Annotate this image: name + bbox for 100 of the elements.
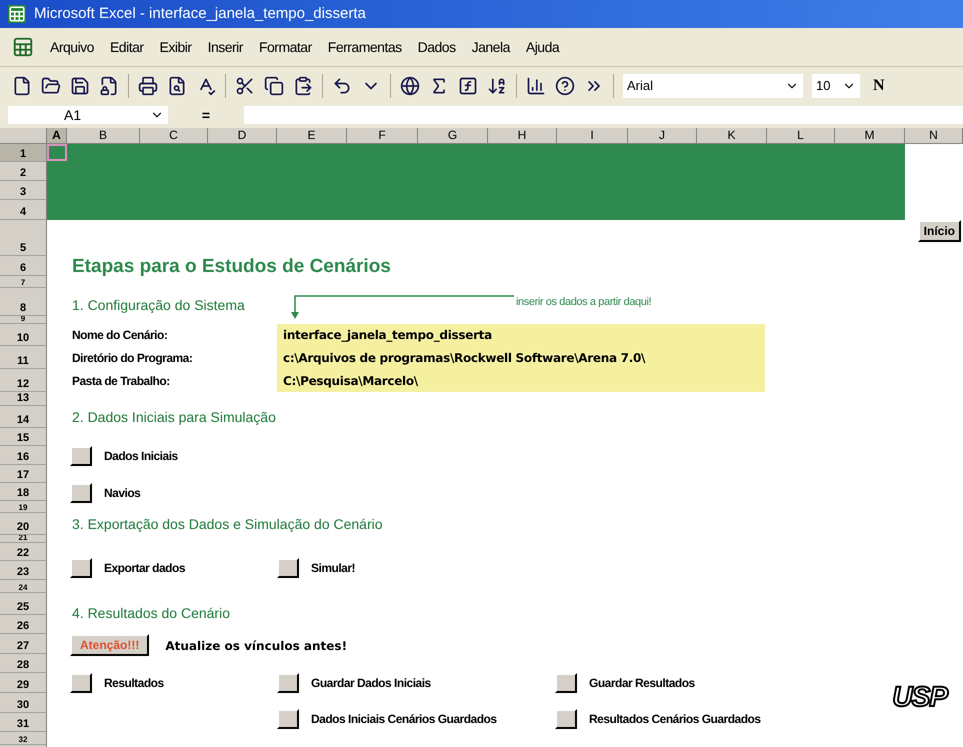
macro-button[interactable] [70,483,92,503]
macro-button[interactable] [70,673,92,693]
row-header[interactable]: 5 [0,220,46,256]
column-header[interactable]: M [835,128,905,143]
row-header[interactable]: 3 [0,181,46,200]
active-cell [47,144,67,161]
row-header[interactable]: 1 [0,144,46,162]
column-header[interactable]: N [905,128,963,143]
row-header[interactable]: 8 [0,288,46,316]
menu-item[interactable]: Janela [472,36,510,58]
row-header[interactable]: 16 [0,446,46,465]
menu-item[interactable]: Ferramentas [328,36,402,58]
row-header[interactable]: 17 [0,465,46,483]
row-header[interactable]: 6 [0,256,46,276]
section-heading: 4. Resultados do Cenário [72,604,230,623]
column-header[interactable]: A [47,128,67,143]
row-header[interactable]: 28 [0,654,46,673]
macro-button[interactable] [277,673,299,693]
section-heading: 3. Exportação dos Dados e Simulação do Cenário [72,516,383,532]
column-header[interactable]: C [140,128,208,143]
column-header[interactable]: G [418,128,488,143]
row-header[interactable]: 11 [0,346,46,369]
menu-item[interactable]: Exibir [160,36,192,58]
formula-field[interactable] [244,106,963,124]
column-header[interactable]: J [628,128,697,143]
row-header[interactable]: 24 [0,580,46,593]
help-icon[interactable] [555,76,575,96]
row-header[interactable]: 4 [0,200,46,220]
row-header[interactable]: 25 [0,593,46,615]
column-header[interactable]: L [767,128,835,143]
field-value[interactable]: C:\Pesquisa\Marcelo\ [283,372,765,390]
row-header[interactable]: 30 [0,693,46,713]
row-header[interactable]: 14 [0,406,46,428]
new-file-icon[interactable] [12,76,32,96]
sort-icon[interactable] [487,76,507,96]
row-header[interactable]: 15 [0,428,46,446]
start-button[interactable]: Início [918,220,961,242]
copy-icon[interactable] [264,76,284,96]
column-header[interactable]: D [208,128,277,143]
menu-item[interactable]: Formatar [258,36,312,58]
macro-button[interactable] [277,709,299,729]
row-header[interactable]: 27 [0,634,46,654]
macro-button[interactable] [555,709,577,729]
button-label: Simular! [311,560,356,577]
macro-button[interactable] [277,558,299,578]
column-header[interactable]: H [488,128,557,143]
column-header[interactable]: E [277,128,347,143]
row-header[interactable]: 19 [0,501,46,513]
row-header[interactable]: 12 [0,369,46,392]
row-header[interactable]: 18 [0,483,46,501]
row-header[interactable]: 29 [0,673,46,693]
function-icon[interactable] [458,76,478,96]
row-header[interactable]: 23 [0,561,46,580]
row-header[interactable]: 13 [0,392,46,406]
print-icon[interactable] [138,76,158,96]
save-icon[interactable] [70,76,90,96]
column-header[interactable]: K [697,128,767,143]
menu-item[interactable]: Editar [110,36,144,58]
field-label: Nome do Cenário: [72,327,168,344]
button-label: Guardar Dados Iniciais [311,675,431,692]
workbook-icon [12,36,34,58]
macro-button[interactable] [70,446,92,466]
name-box[interactable]: A1 [8,106,168,124]
button-label: Resultados [104,675,164,692]
field-label: Pasta de Trabalho: [72,372,171,390]
row-header[interactable]: 32 [0,732,46,745]
row-header[interactable]: 2 [0,162,46,181]
section-heading: 2. Dados Iniciais para Simulação [72,409,276,425]
page-title: Etapas para o Estudos de Cenários [72,256,391,277]
field-value[interactable]: interface_janela_tempo_disserta [283,326,765,344]
row-header[interactable]: 20 [0,513,46,535]
undo-icon[interactable] [332,76,352,96]
column-header[interactable]: F [347,128,418,143]
equals-sign[interactable]: = [176,104,236,126]
row-header[interactable]: 10 [0,324,46,346]
macro-button[interactable] [70,558,92,578]
field-value[interactable]: c:\Arquivos de programas\Rockwell Software\Arena 7.0\ [283,348,765,367]
button-label: Resultados Cenários Guardados [589,711,761,728]
menu-item[interactable]: Inserir [208,36,243,58]
row-header[interactable]: 31 [0,713,46,732]
column-header[interactable]: I [557,128,628,143]
permission-icon[interactable] [99,76,119,96]
font-field[interactable]: Arial [623,74,803,98]
bold-button[interactable]: N [869,74,889,98]
paste-icon[interactable] [293,76,313,96]
row-header[interactable]: 26 [0,615,46,634]
cut-icon[interactable] [235,76,255,96]
open-folder-icon[interactable] [41,76,61,96]
globe-icon[interactable] [400,76,420,96]
print-preview-icon[interactable] [167,76,187,96]
row-header[interactable]: 7 [0,276,46,288]
font-size-field[interactable]: 10 [812,74,860,98]
menu-item[interactable]: Arquivo [50,36,94,58]
chart-icon[interactable] [526,76,546,96]
macro-button[interactable] [555,673,577,693]
row-header[interactable]: 22 [0,543,46,561]
menu-item[interactable]: Ajuda [526,36,560,58]
button-label: Guardar Resultados [589,675,695,692]
column-header[interactable]: B [67,128,140,143]
menu-item[interactable]: Dados [418,36,456,58]
